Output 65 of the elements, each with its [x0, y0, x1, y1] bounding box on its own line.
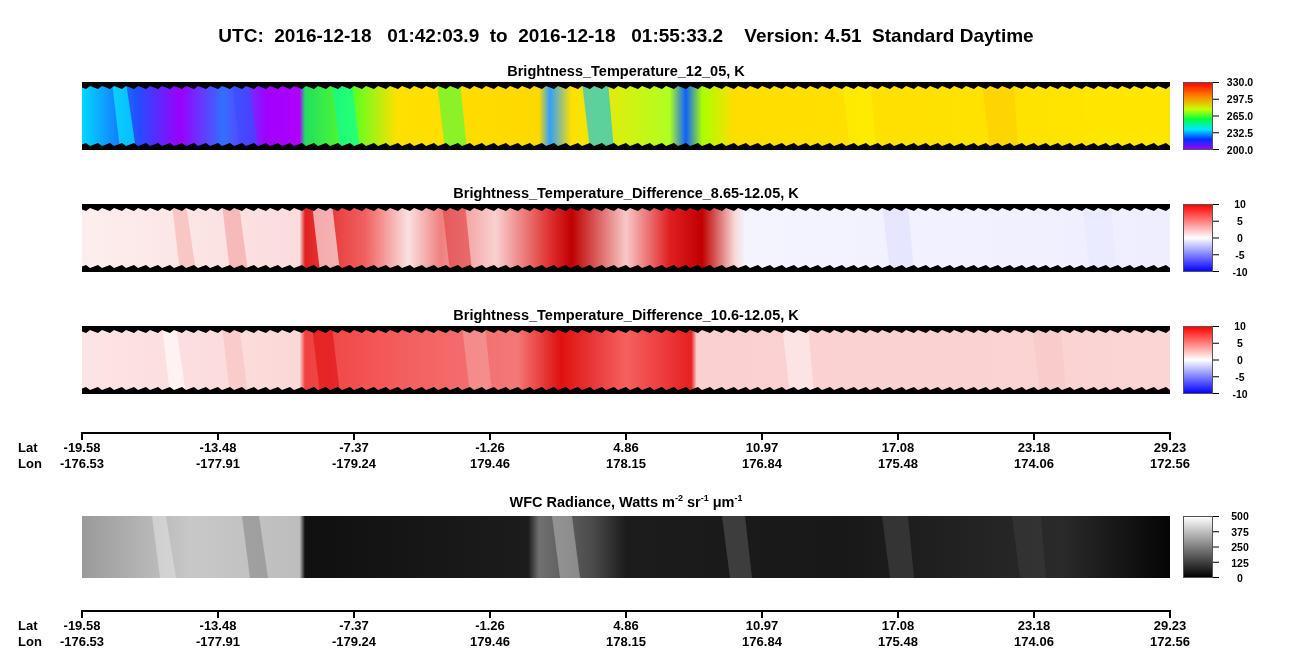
tick-label: 17.08 — [880, 440, 916, 456]
colorbar-label: 10 — [1233, 320, 1247, 332]
colorbar-label: 200.0 — [1225, 144, 1255, 156]
tick-label: -179.24 — [330, 634, 378, 650]
tick-label: 172.56 — [1149, 456, 1191, 472]
tick-label: 4.86 — [612, 618, 640, 634]
axis-label: Lat — [18, 440, 39, 456]
panel-title: Brightness_Temperature_Difference_10.6-12.05, K — [453, 307, 799, 323]
panel-title: WFC Radiance, Watts m$^{-2}$ sr$^{-1}$ μm$^{-1}$ — [509, 494, 743, 510]
tick-label: -177.91 — [194, 456, 242, 472]
colorbar-label: 375 — [1230, 525, 1250, 538]
tick-label: -179.24 — [330, 456, 378, 472]
tick-label: -19.58 — [62, 440, 102, 456]
colorbar-label: -5 — [1234, 249, 1246, 261]
colorbar-label: 125 — [1230, 556, 1250, 569]
tick-label: 178.15 — [605, 634, 647, 650]
tick-label: 17.08 — [880, 618, 916, 634]
tick-label: 178.15 — [605, 456, 647, 472]
colorbar-label: 5 — [1236, 215, 1244, 227]
tick-label: -176.53 — [58, 456, 106, 472]
colorbar-label: 5 — [1236, 337, 1244, 349]
tick-label: -176.53 — [58, 634, 106, 650]
tick-label: 172.56 — [1149, 634, 1191, 650]
tick-label: -7.37 — [338, 618, 370, 634]
axis-label: Lon — [18, 456, 43, 472]
tick-label: 4.86 — [612, 440, 640, 456]
tick-label: 10.97 — [744, 440, 780, 456]
axis-label: Lat — [18, 618, 39, 634]
plot-title: UTC: 2016-12-18 01:42:03.9 to 2016-12-18 01:55:33.2 Version: 4.51 Standard Daytime — [218, 25, 1034, 46]
colorbar-label: 500 — [1230, 510, 1250, 522]
tick-label: -177.91 — [194, 634, 242, 650]
tick-label: 175.48 — [877, 634, 919, 650]
tick-label: 176.84 — [741, 634, 783, 650]
tick-label: 29.23 — [1152, 440, 1188, 456]
tick-label: 29.23 — [1152, 618, 1188, 634]
tick-label: 174.06 — [1013, 634, 1055, 650]
panel-title: Brightness_Temperature_Difference_8.65-12.05, K — [453, 185, 799, 201]
panel-title: Brightness_Temperature_12_05, K — [507, 63, 745, 79]
colorbar-label: 0 — [1236, 232, 1244, 244]
tick-label: 23.18 — [1016, 618, 1052, 634]
tick-label: -1.26 — [474, 440, 506, 456]
colorbar-label: -10 — [1231, 266, 1249, 278]
colorbar-label: 265.0 — [1225, 110, 1255, 122]
tick-label: 23.18 — [1016, 440, 1052, 456]
tick-label: -7.37 — [338, 440, 370, 456]
tick-label: 175.48 — [877, 456, 919, 472]
tick-label: -1.26 — [474, 618, 506, 634]
tick-label: 174.06 — [1013, 456, 1055, 472]
colorbar-label: 232.5 — [1225, 127, 1255, 139]
colorbar-label: -10 — [1231, 388, 1249, 400]
tick-label: -13.48 — [198, 618, 238, 634]
colorbar-label: 297.5 — [1225, 93, 1255, 105]
tick-label: -13.48 — [198, 440, 238, 456]
colorbar-label: 330.0 — [1225, 76, 1255, 88]
tick-label: -19.58 — [62, 618, 102, 634]
tick-label: 179.46 — [469, 456, 511, 472]
colorbar-label: 0 — [1236, 572, 1244, 584]
colorbar-label: 10 — [1233, 198, 1247, 210]
tick-label: 179.46 — [469, 634, 511, 650]
colorbar-label: 250 — [1230, 541, 1250, 553]
colorbar-label: 0 — [1236, 354, 1244, 366]
colorbar-label: -5 — [1234, 371, 1246, 383]
tick-label: 10.97 — [744, 618, 780, 634]
tick-label: 176.84 — [741, 456, 783, 472]
axis-label: Lon — [18, 634, 43, 650]
